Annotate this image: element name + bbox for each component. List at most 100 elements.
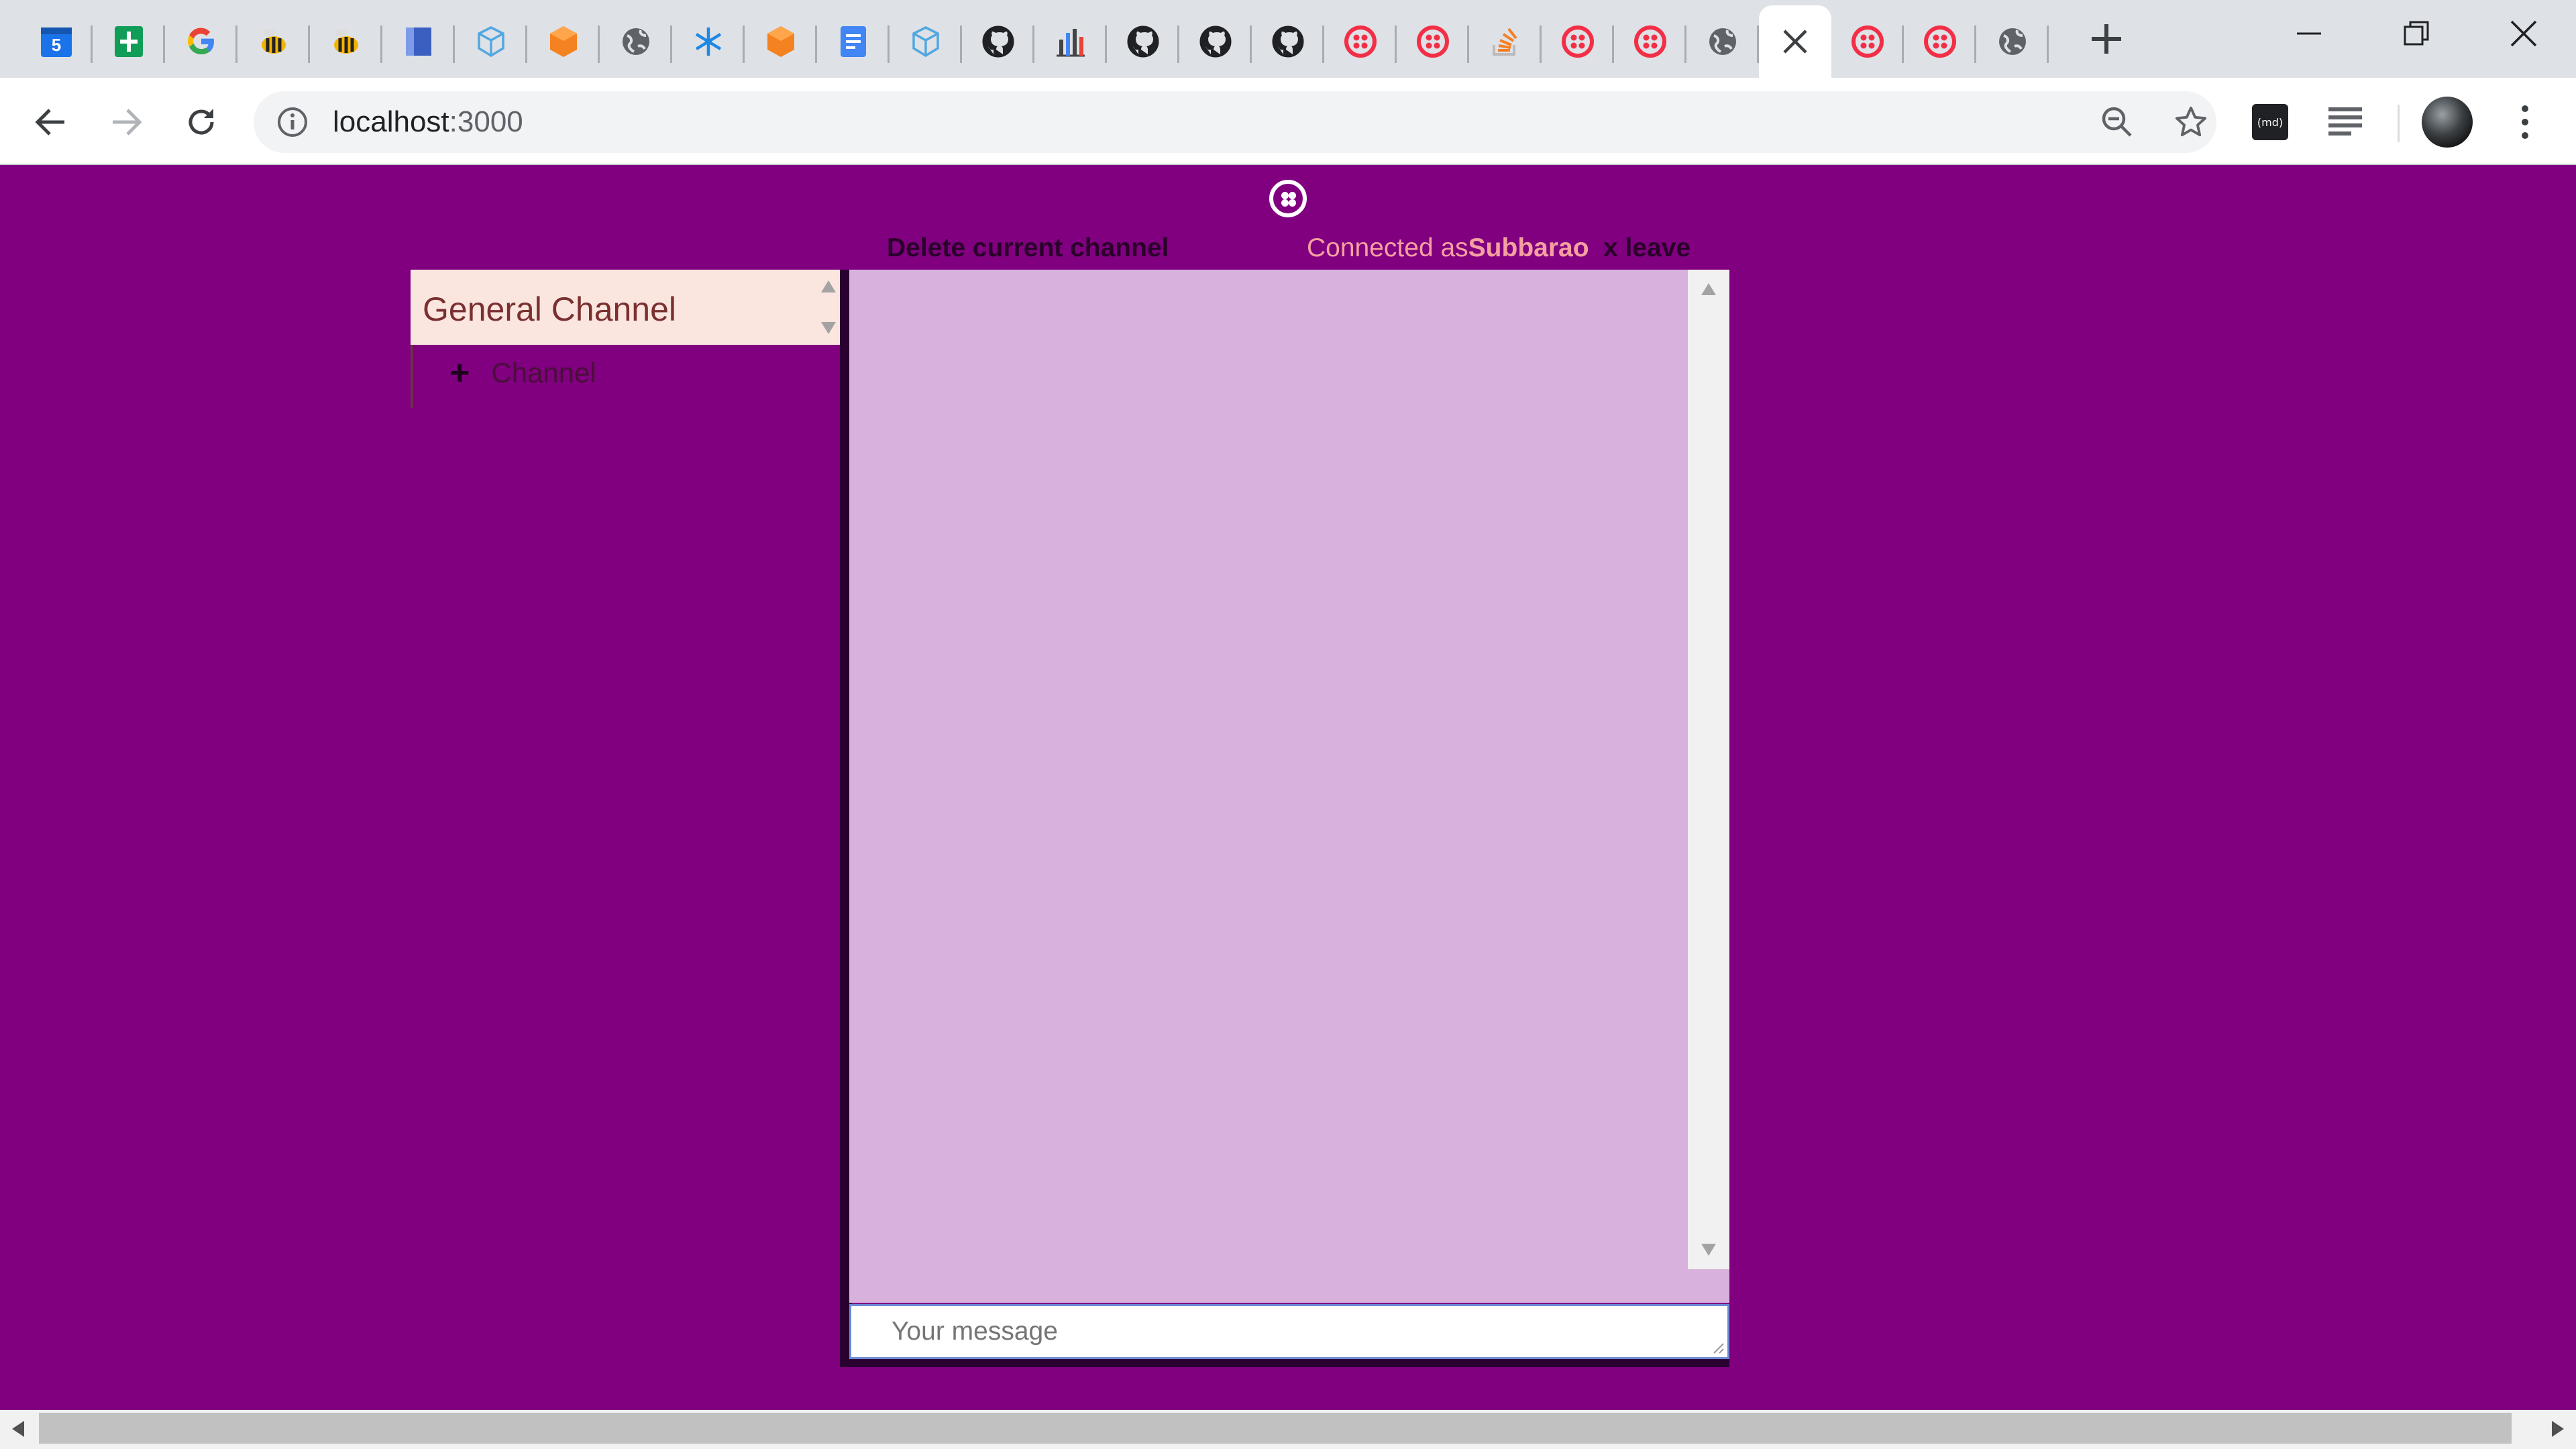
github-icon — [1197, 23, 1234, 60]
scroll-up-arrow-icon[interactable] — [1700, 282, 1717, 297]
orange-cube-icon — [545, 23, 582, 60]
twilio-logo-icon — [1269, 180, 1307, 217]
minimize-button[interactable] — [2255, 0, 2363, 67]
address-bar[interactable]: localhost:3000 — [254, 91, 2216, 153]
close-window-button[interactable] — [2470, 0, 2576, 67]
browser-tab[interactable]: 5 — [20, 5, 93, 78]
reload-button[interactable] — [173, 94, 229, 150]
page-horizontal-scrollbar[interactable] — [0, 1410, 2576, 1449]
browser-tab[interactable] — [527, 5, 600, 78]
leave-button[interactable]: x leave — [1603, 233, 1690, 263]
browser-tab[interactable] — [1542, 5, 1614, 78]
bee-icon — [328, 23, 364, 60]
minimize-icon — [2297, 32, 2321, 35]
close-window-icon — [2510, 20, 2537, 47]
scroll-right-arrow-icon[interactable] — [2551, 1419, 2565, 1438]
channel-item-general[interactable]: General Channel — [411, 270, 847, 345]
browser-tab[interactable] — [962, 5, 1034, 78]
twilio-icon — [1560, 23, 1596, 60]
sidebar-border — [411, 345, 413, 408]
browser-tab[interactable] — [1759, 5, 1831, 78]
restore-button[interactable] — [2363, 0, 2470, 67]
back-arrow-icon — [35, 109, 64, 136]
scrollbar-thumb[interactable] — [39, 1413, 2512, 1444]
avatar — [2422, 97, 2473, 148]
browser-tab[interactable] — [1397, 5, 1469, 78]
scroll-down-arrow-icon[interactable] — [1700, 1242, 1717, 1257]
calendar-day-label: 5 — [51, 34, 62, 55]
browser-tab[interactable] — [745, 5, 817, 78]
bookmark-button[interactable] — [2174, 105, 2208, 140]
browser-tab[interactable] — [817, 5, 890, 78]
orange-cube-icon — [763, 23, 799, 60]
message-list-scrollbar[interactable] — [1688, 270, 1729, 1269]
blue-square-icon — [400, 23, 437, 60]
browser-tab[interactable] — [1324, 5, 1397, 78]
tab-separator — [2047, 25, 2049, 63]
browser-toolbar: localhost:3000 (md) — [0, 78, 2576, 165]
info-icon[interactable] — [276, 106, 309, 138]
box-outline-icon — [473, 23, 509, 60]
stackoverflow-icon — [1487, 23, 1523, 60]
message-input[interactable] — [851, 1306, 1727, 1357]
browser-tab[interactable] — [382, 5, 455, 78]
browser-tab[interactable] — [1614, 5, 1686, 78]
snowflake-icon — [690, 23, 727, 60]
browser-tab[interactable] — [310, 5, 382, 78]
github-icon — [1125, 23, 1161, 60]
back-button[interactable] — [23, 94, 79, 150]
message-input-container — [849, 1304, 1729, 1359]
reader-extension-button[interactable] — [2325, 102, 2365, 142]
google-icon — [183, 23, 219, 60]
browser-tab[interactable] — [1179, 5, 1252, 78]
add-channel-button[interactable]: + Channel — [449, 356, 596, 390]
twilio-icon — [1342, 23, 1379, 60]
browser-tab[interactable] — [1252, 5, 1324, 78]
forward-button[interactable] — [98, 94, 154, 150]
tab-strip: 5 — [0, 0, 2576, 78]
browser-menu-button[interactable] — [2505, 102, 2545, 142]
browser-tab[interactable] — [672, 5, 745, 78]
delete-channel-button[interactable]: Delete current channel — [887, 233, 1169, 263]
plus-icon — [2092, 24, 2121, 54]
browser-tab[interactable] — [1686, 5, 1759, 78]
browser-tab[interactable] — [93, 5, 165, 78]
zoom-button[interactable] — [2100, 105, 2135, 140]
channel-sidebar: General Channel + Channel — [411, 270, 847, 408]
connected-prefix: Connected as — [1307, 233, 1468, 262]
scroll-left-arrow-icon[interactable] — [11, 1419, 25, 1438]
twilio-icon — [1632, 23, 1668, 60]
add-channel-label: Channel — [491, 357, 596, 388]
sheets-icon — [111, 23, 147, 60]
browser-tab[interactable] — [237, 5, 310, 78]
browser-tab[interactable] — [455, 5, 527, 78]
plus-icon: + — [449, 354, 470, 392]
channel-label: General Channel — [423, 290, 677, 328]
close-icon[interactable] — [1777, 23, 1813, 60]
markdown-icon-label: (md) — [2257, 115, 2284, 129]
new-tab-button[interactable] — [2080, 12, 2133, 66]
scroll-up-arrow-icon[interactable] — [820, 279, 837, 294]
browser-tab[interactable] — [1469, 5, 1542, 78]
profile-avatar-button[interactable] — [2420, 95, 2474, 149]
url-host: localhost — [333, 105, 449, 138]
restore-icon — [2404, 21, 2429, 46]
resize-grip-icon[interactable] — [1710, 1340, 1725, 1354]
markdown-extension-button[interactable]: (md) — [2250, 102, 2290, 142]
browser-tab[interactable] — [1976, 5, 2049, 78]
star-icon — [2175, 106, 2207, 137]
browser-tab[interactable] — [1034, 5, 1107, 78]
forward-arrow-icon — [113, 109, 142, 136]
url-text[interactable]: localhost:3000 — [333, 106, 523, 138]
globe-icon — [1705, 23, 1741, 60]
bee-icon — [256, 23, 292, 60]
browser-tab[interactable] — [1904, 5, 1976, 78]
browser-tab[interactable] — [165, 5, 237, 78]
toolbar-divider — [2398, 105, 2400, 142]
browser-tab[interactable] — [890, 5, 962, 78]
browser-tab[interactable] — [1831, 5, 1904, 78]
scroll-down-arrow-icon[interactable] — [820, 321, 837, 335]
calendar-icon: 5 — [38, 23, 74, 60]
browser-tab[interactable] — [600, 5, 672, 78]
browser-tab[interactable] — [1107, 5, 1179, 78]
